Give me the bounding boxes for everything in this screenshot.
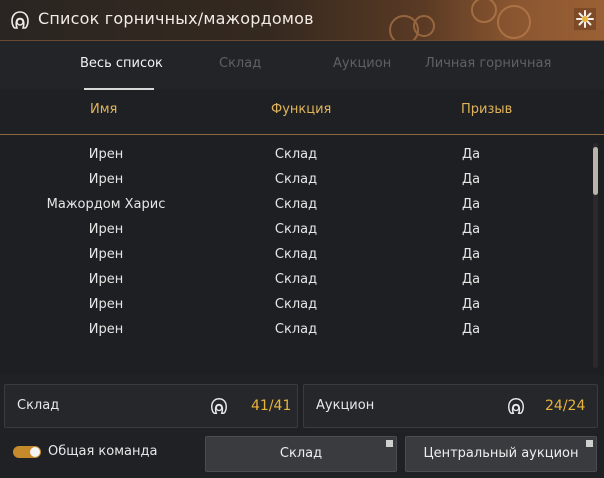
warehouse-count: 41/41 — [251, 398, 292, 414]
flower-close-icon[interactable] — [574, 8, 596, 30]
warehouse-button[interactable]: Склад — [205, 436, 397, 472]
row-cell-summon: Да — [461, 247, 481, 262]
table-row[interactable]: Ирен Склад Да — [0, 268, 590, 293]
row-cell-function: Склад — [274, 247, 318, 262]
row-cell-function: Склад — [274, 147, 318, 162]
corner-marker-icon — [386, 440, 393, 447]
central-auction-button-label: Центральный аукцион — [423, 446, 579, 461]
row-cell-name: Ирен — [88, 247, 124, 262]
row-cell-name: Ирен — [88, 297, 124, 312]
tab-auction[interactable]: Аукцион — [333, 56, 391, 71]
row-cell-function: Склад — [274, 197, 318, 212]
warehouse-counter-label: Склад — [17, 398, 60, 413]
row-cell-summon: Да — [461, 297, 481, 312]
tab-all[interactable]: Весь список — [80, 56, 163, 71]
corner-marker-icon — [586, 440, 593, 447]
warehouse-button-label: Склад — [279, 446, 323, 461]
toggle-knob — [30, 447, 40, 457]
cloud-decoration — [389, 0, 531, 40]
row-cell-name: Ирен — [88, 147, 124, 162]
maid-icon — [11, 11, 29, 29]
row-cell-summon: Да — [461, 147, 481, 162]
row-cell-summon: Да — [461, 272, 481, 287]
auction-count: 24/24 — [545, 398, 586, 414]
window-header: Список горничных/мажордомов — [0, 0, 604, 41]
table-header: Имя Функция Призыв — [0, 90, 604, 135]
auction-counter: Аукцион 24/24 — [303, 384, 598, 428]
column-header-function: Функция — [271, 102, 332, 117]
central-auction-button[interactable]: Центральный аукцион — [405, 436, 597, 472]
row-cell-function: Склад — [274, 322, 318, 337]
table-row[interactable]: Ирен Склад Да — [0, 293, 590, 318]
scrollbar-thumb[interactable] — [593, 147, 598, 195]
table-row[interactable]: Ирен Склад Да — [0, 243, 590, 268]
table-row[interactable]: Ирен Склад Да — [0, 318, 590, 343]
column-header-summon: Призыв — [461, 102, 513, 117]
common-command-toggle[interactable] — [13, 446, 41, 458]
row-cell-summon: Да — [461, 322, 481, 337]
table-row[interactable]: Ирен Склад Да — [0, 143, 590, 168]
maid-list: Ирен Склад Да Ирен Склад Да Мажордом Харис Скла… — [0, 135, 604, 375]
table-row[interactable]: Ирен Склад Да — [0, 218, 590, 243]
table-row[interactable]: Ирен Склад Да — [0, 168, 590, 193]
maid-list-window: Список горничных/мажордомов Весь список … — [0, 0, 604, 478]
maid-icon — [507, 397, 525, 414]
row-cell-name: Ирен — [88, 172, 124, 187]
tab-warehouse[interactable]: Склад — [219, 56, 261, 71]
window-title: Список горничных/мажордомов — [38, 9, 314, 28]
row-cell-function: Склад — [274, 297, 318, 312]
auction-counter-label: Аукцион — [316, 398, 375, 413]
row-cell-function: Склад — [274, 272, 318, 287]
column-header-name: Имя — [90, 102, 118, 117]
row-cell-summon: Да — [461, 172, 481, 187]
tab-personal-maid[interactable]: Личная горничная — [425, 56, 551, 71]
row-cell-name: Мажордом Харис — [46, 197, 166, 212]
row-cell-summon: Да — [461, 197, 481, 212]
tab-bar: Весь список Склад Аукцион Личная горничн… — [0, 41, 604, 90]
row-cell-summon: Да — [461, 222, 481, 237]
row-cell-function: Склад — [274, 222, 318, 237]
maid-icon — [210, 397, 228, 414]
row-cell-name: Ирен — [88, 222, 124, 237]
table-row[interactable]: Мажордом Харис Склад Да — [0, 193, 590, 218]
common-command-label: Общая команда — [48, 444, 158, 459]
row-cell-name: Ирен — [88, 322, 124, 337]
warehouse-counter: Склад 41/41 — [4, 384, 298, 428]
row-cell-function: Склад — [274, 172, 318, 187]
row-cell-name: Ирен — [88, 272, 124, 287]
